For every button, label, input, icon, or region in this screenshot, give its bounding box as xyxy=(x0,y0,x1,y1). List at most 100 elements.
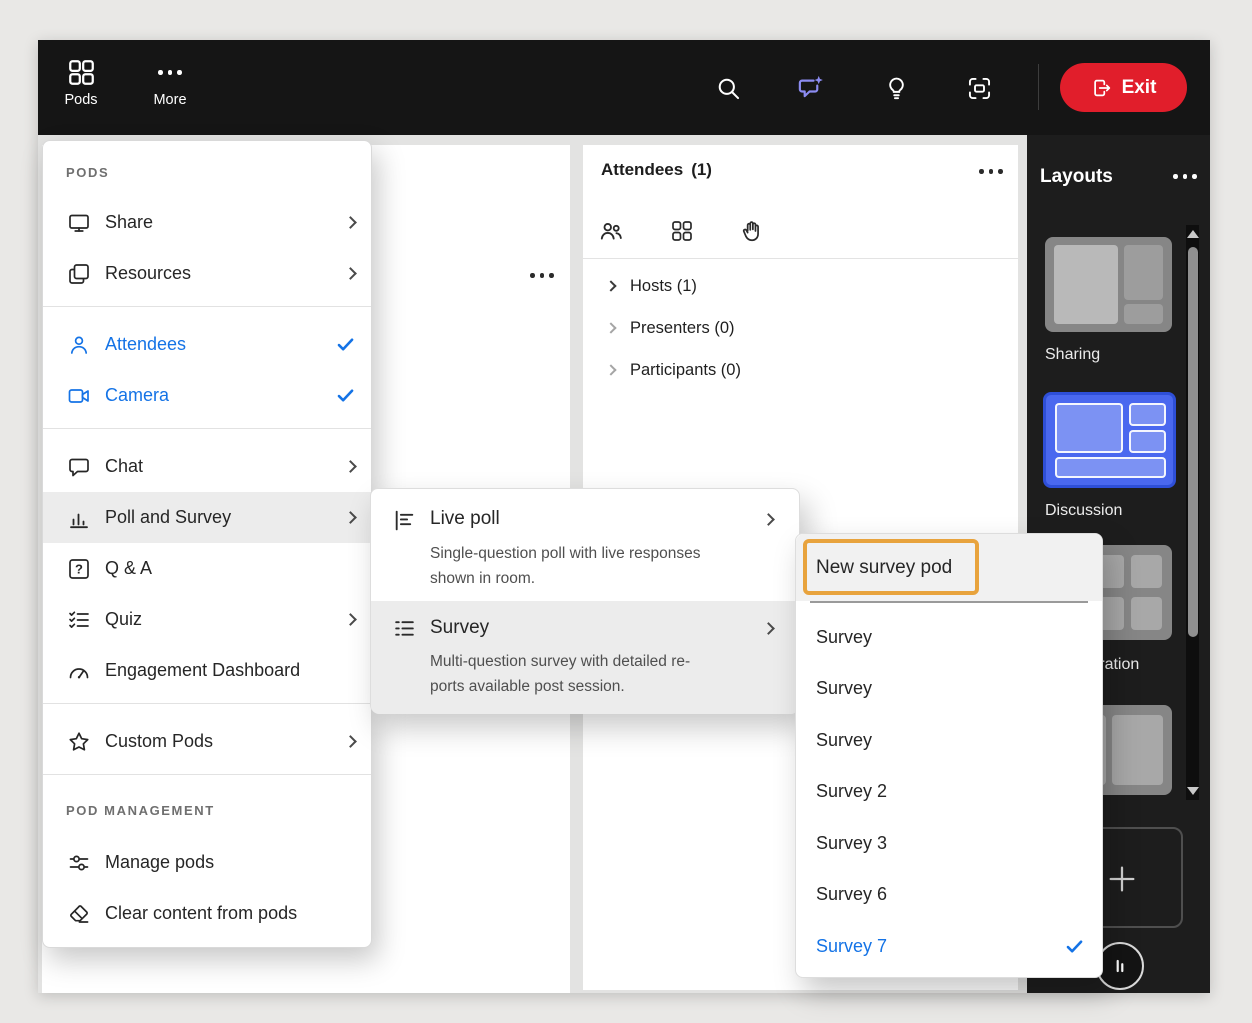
menu-item-engagement-dashboard[interactable]: Engagement Dashboard xyxy=(43,645,371,696)
menu-item-label: Share xyxy=(105,212,154,232)
add-layout-plus-icon xyxy=(1109,866,1135,892)
new-survey-pod-label: New survey pod xyxy=(816,556,953,578)
layout-block xyxy=(1055,457,1166,478)
menu-item-attendees[interactable]: Attendees xyxy=(43,319,371,370)
survey-list-item[interactable]: Survey xyxy=(796,611,1102,663)
ai-assistant-chat-icon xyxy=(798,75,823,97)
description-line: ports available post session. xyxy=(430,678,625,695)
menu-item-quiz[interactable]: Quiz xyxy=(43,594,371,645)
survey-list-item-selected[interactable]: Survey 7 xyxy=(796,920,1102,972)
pods-menu-button[interactable]: Pods xyxy=(49,59,113,108)
menu-item-custom-pods[interactable]: Custom Pods xyxy=(43,716,371,767)
attendees-icon xyxy=(66,332,92,358)
custom-pods-star-icon xyxy=(66,729,92,755)
group-label: Presenters (0) xyxy=(630,318,735,337)
survey-item-label: Survey 6 xyxy=(816,883,888,904)
ideas-button[interactable] xyxy=(881,73,911,103)
exit-icon xyxy=(1093,79,1110,96)
menu-item-label: Quiz xyxy=(105,609,143,629)
scroll-up-icon[interactable] xyxy=(1186,230,1199,238)
attendees-group-participants[interactable]: Participants (0) xyxy=(605,357,741,383)
scrollbar-thumb[interactable] xyxy=(1187,247,1198,637)
flyout-item-survey[interactable]: Survey Multi-question survey with detail… xyxy=(371,601,799,714)
menu-section-pods: PODS xyxy=(66,165,110,180)
raise-hand-icon xyxy=(742,221,759,242)
menu-item-label: Attendees xyxy=(105,334,187,354)
raise-hand-status-button[interactable] xyxy=(739,218,765,244)
attendee-list-view-button[interactable] xyxy=(598,218,624,244)
menu-divider xyxy=(43,428,371,429)
menu-item-poll-and-survey[interactable]: Poll and Survey xyxy=(43,492,371,543)
chevron-right-icon xyxy=(605,322,617,334)
layout-thumbnail-sharing[interactable] xyxy=(1045,237,1172,332)
attendees-group-hosts[interactable]: Hosts (1) xyxy=(605,273,697,299)
layout-block xyxy=(1124,304,1163,324)
layout-thumbnail-discussion[interactable] xyxy=(1043,392,1176,488)
menu-item-chat[interactable]: Chat xyxy=(43,441,371,492)
resources-icon xyxy=(66,261,92,287)
flyout-item-title: Survey xyxy=(430,617,490,638)
more-menu-button[interactable]: More xyxy=(138,59,202,108)
new-survey-pod-item[interactable]: New survey pod xyxy=(796,534,1102,601)
layouts-panel-title: Layouts xyxy=(1040,166,1113,187)
adobe-connect-window: Pods More Exit Attendees (1) Hosts (1) P… xyxy=(38,40,1210,993)
ai-assistant-button[interactable] xyxy=(795,73,825,103)
layout-block xyxy=(1129,403,1166,426)
poll-survey-icon xyxy=(66,505,92,531)
chat-icon xyxy=(66,454,92,480)
flyout-item-description: Single-question poll with live responses… xyxy=(430,541,701,591)
scroll-down-icon[interactable] xyxy=(1186,787,1199,795)
menu-item-label: Custom Pods xyxy=(105,731,214,751)
engagement-dashboard-icon xyxy=(66,658,92,684)
pod-options-ellipsis-icon[interactable] xyxy=(530,273,554,278)
menu-divider xyxy=(43,306,371,307)
menu-item-label: Resources xyxy=(105,263,192,283)
poll-results-floating-button[interactable] xyxy=(1096,942,1144,990)
chevron-right-icon xyxy=(344,267,357,280)
survey-list-item[interactable]: Survey 3 xyxy=(796,817,1102,869)
menu-item-qa[interactable]: ? Q & A xyxy=(43,543,371,594)
camera-icon xyxy=(66,383,92,409)
attendees-pod-count: (1) xyxy=(691,160,712,179)
menu-item-share[interactable]: Share xyxy=(43,197,371,248)
survey-item-label: Survey 7 xyxy=(816,935,888,956)
menu-item-label: Poll and Survey xyxy=(105,507,232,527)
spotlight-button[interactable] xyxy=(964,73,994,103)
attendees-pod-divider xyxy=(583,258,1018,259)
breakout-icon xyxy=(672,221,692,241)
attendees-group-presenters[interactable]: Presenters (0) xyxy=(605,315,735,341)
menu-item-camera[interactable]: Camera xyxy=(43,370,371,421)
menu-divider xyxy=(43,774,371,775)
group-label: Participants (0) xyxy=(630,360,741,379)
chevron-right-icon xyxy=(344,216,357,229)
survey-list-item[interactable]: Survey 2 xyxy=(796,765,1102,817)
layout-label-sharing: Sharing xyxy=(1045,346,1101,363)
menu-item-resources[interactable]: Resources xyxy=(43,248,371,299)
survey-list-item[interactable]: Survey 6 xyxy=(796,868,1102,920)
flyout-item-live-poll[interactable]: Live poll Single-question poll with live… xyxy=(371,489,799,601)
survey-icon xyxy=(392,617,417,642)
survey-list-item[interactable]: Survey xyxy=(796,714,1102,766)
check-icon xyxy=(337,338,354,351)
survey-item-label: Survey 3 xyxy=(816,832,888,853)
manage-pods-icon xyxy=(66,850,92,876)
search-button[interactable] xyxy=(713,73,743,103)
layout-block xyxy=(1131,555,1162,588)
clear-content-eraser-icon xyxy=(66,901,92,927)
top-toolbar: Pods More Exit xyxy=(38,40,1210,135)
survey-list-item[interactable]: Survey xyxy=(796,662,1102,714)
menu-item-manage-pods[interactable]: Manage pods xyxy=(43,837,371,888)
layouts-options-ellipsis-icon[interactable] xyxy=(1173,174,1197,179)
layout-block xyxy=(1054,245,1118,324)
layout-block xyxy=(1112,715,1163,785)
attendees-pod-options-ellipsis-icon[interactable] xyxy=(979,169,1003,174)
qa-icon: ? xyxy=(66,556,92,582)
breakout-rooms-button[interactable] xyxy=(669,218,695,244)
layouts-scrollbar[interactable] xyxy=(1186,225,1199,800)
quiz-icon xyxy=(66,607,92,633)
exit-button[interactable]: Exit xyxy=(1060,63,1187,112)
menu-item-clear-content[interactable]: Clear content from pods xyxy=(43,888,371,939)
layout-block xyxy=(1129,430,1166,453)
menu-item-label: Camera xyxy=(105,385,170,405)
chevron-right-icon xyxy=(762,513,775,526)
